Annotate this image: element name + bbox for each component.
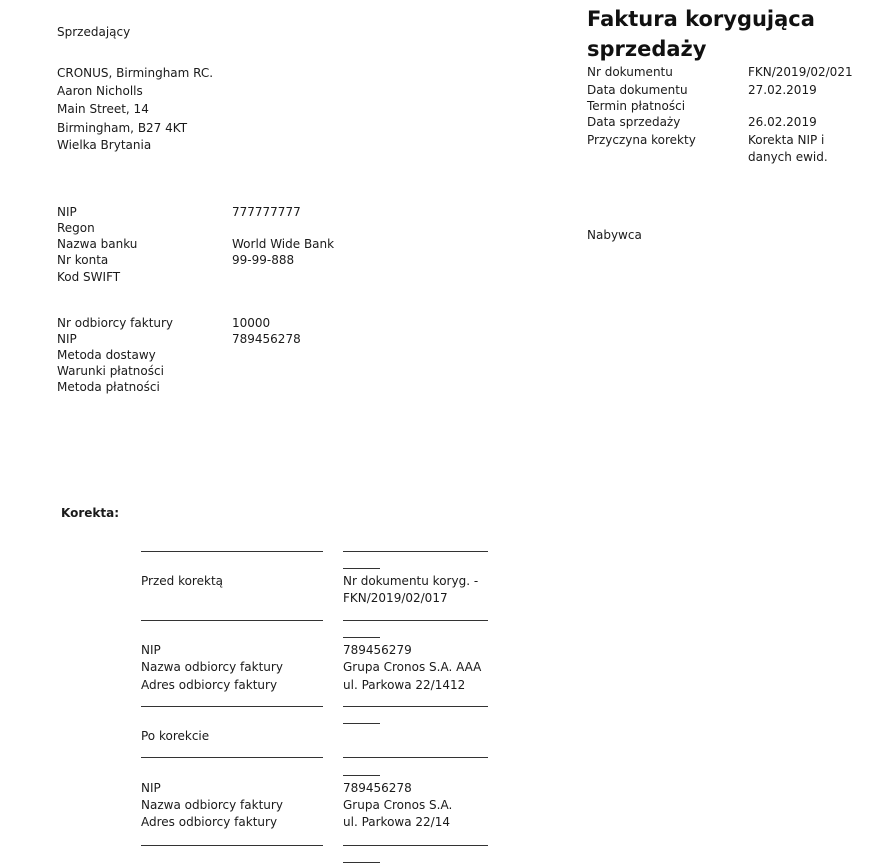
buyer-nip-value: 789456278 xyxy=(232,332,301,346)
after-nip-label: NIP xyxy=(141,781,161,795)
document-date-label: Data dokumentu xyxy=(587,83,688,97)
after-recipient-address-value: ul. Parkowa 22/14 xyxy=(343,815,450,829)
seller-address-line: Birmingham, B27 4KT xyxy=(57,121,188,135)
buyer-number-value: 10000 xyxy=(232,316,271,330)
seller-bank-value: World Wide Bank xyxy=(232,237,335,251)
after-recipient-name-value: Grupa Cronos S.A. xyxy=(343,798,453,812)
divider xyxy=(141,706,323,707)
divider xyxy=(343,620,488,621)
before-recipient-name-value: Grupa Cronos S.A. AAA xyxy=(343,660,482,674)
seller-address-line: Main Street, 14 xyxy=(57,102,149,116)
document-title: Faktura korygująca sprzedaży xyxy=(587,7,815,61)
seller-nip-label: NIP xyxy=(57,205,77,219)
before-nip-label: NIP xyxy=(141,643,161,657)
before-recipient-address-value: ul. Parkowa 22/1412 xyxy=(343,678,466,692)
correction-heading: Korekta: xyxy=(61,506,120,520)
divider xyxy=(343,568,380,569)
document-number-label: Nr dokumentu xyxy=(587,65,673,79)
correction-reason-value: Korekta NIP i danych ewid. xyxy=(748,133,828,164)
divider xyxy=(343,845,488,846)
before-nip-value: 789456279 xyxy=(343,643,412,657)
seller-nip-value: 777777777 xyxy=(232,205,301,219)
divider xyxy=(343,637,380,638)
after-nip-value: 789456278 xyxy=(343,781,412,795)
buyer-heading: Nabywca xyxy=(587,228,642,242)
seller-swift-label: Kod SWIFT xyxy=(57,270,121,284)
before-recipient-address-label: Adres odbiorcy faktury xyxy=(141,678,278,692)
seller-account-value: 99-99-888 xyxy=(232,253,295,267)
divider xyxy=(141,551,323,552)
sale-date-label: Data sprzedaży xyxy=(587,115,681,129)
seller-regon-label: Regon xyxy=(57,221,95,235)
after-recipient-name-label: Nazwa odbiorcy faktury xyxy=(141,798,283,812)
divider xyxy=(343,862,380,863)
divider xyxy=(343,757,488,758)
sale-date-value: 26.02.2019 xyxy=(748,115,817,129)
after-correction-label: Po korekcie xyxy=(141,729,210,743)
divider xyxy=(343,723,380,724)
document-number-value: FKN/2019/02/021 xyxy=(748,65,853,79)
seller-address-line: Wielka Brytania xyxy=(57,138,152,152)
buyer-number-label: Nr odbiorcy faktury xyxy=(57,316,174,330)
seller-bank-label: Nazwa banku xyxy=(57,237,138,251)
correction-reason-label: Przyczyna korekty xyxy=(587,133,696,147)
payment-method-label: Metoda płatności xyxy=(57,380,160,394)
delivery-method-label: Metoda dostawy xyxy=(57,348,156,362)
corrected-document-reference: Nr dokumentu koryg. - FKN/2019/02/017 xyxy=(343,574,479,605)
payment-due-label: Termin płatności xyxy=(587,99,686,113)
divider xyxy=(343,706,488,707)
divider xyxy=(141,757,323,758)
divider xyxy=(141,620,323,621)
divider xyxy=(343,551,488,552)
document-date-value: 27.02.2019 xyxy=(748,83,817,97)
seller-address-line: CRONUS, Birmingham RC. xyxy=(57,66,214,80)
seller-heading: Sprzedający xyxy=(57,25,131,39)
buyer-nip-label: NIP xyxy=(57,332,77,346)
divider xyxy=(141,845,323,846)
divider xyxy=(343,775,380,776)
before-recipient-name-label: Nazwa odbiorcy faktury xyxy=(141,660,283,674)
before-correction-label: Przed korektą xyxy=(141,574,223,588)
seller-address-line: Aaron Nicholls xyxy=(57,84,143,98)
seller-account-label: Nr konta xyxy=(57,253,109,267)
payment-terms-label: Warunki płatności xyxy=(57,364,164,378)
after-recipient-address-label: Adres odbiorcy faktury xyxy=(141,815,278,829)
